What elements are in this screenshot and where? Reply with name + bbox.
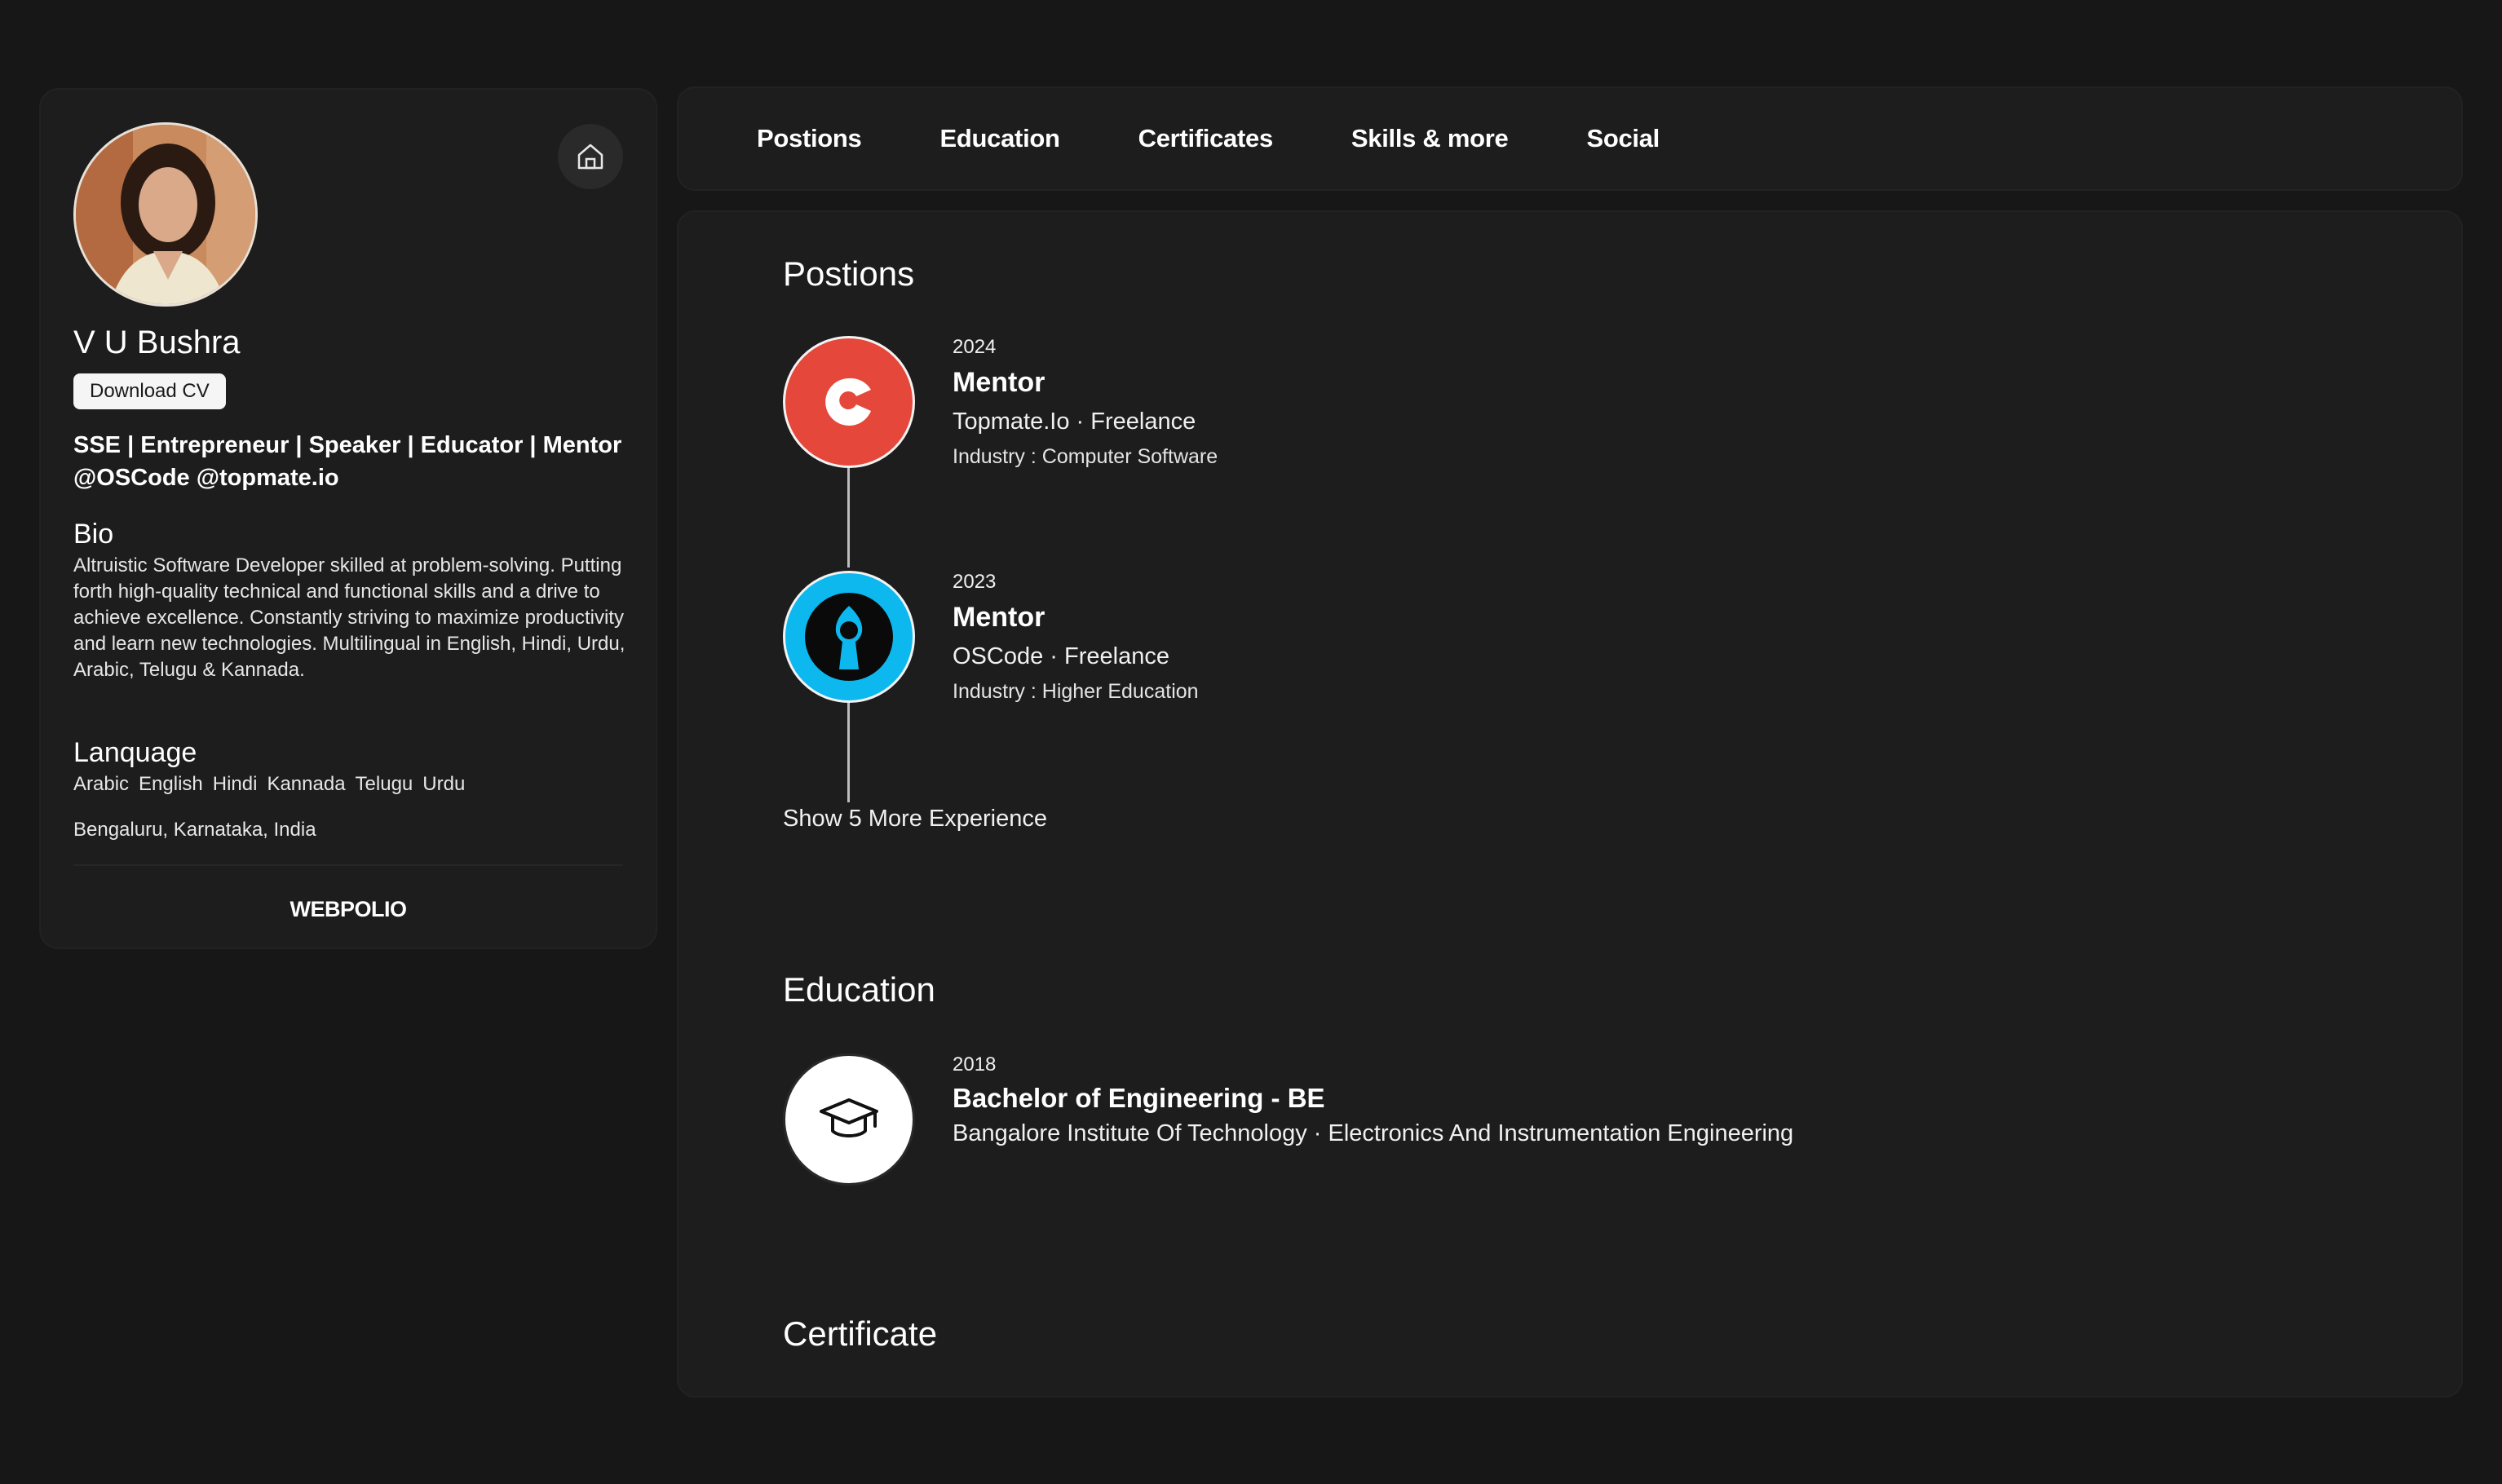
timeline-connector <box>847 463 850 568</box>
language-item: Hindi <box>212 773 258 795</box>
location: Bengaluru, Karnataka, India <box>73 819 316 841</box>
education-heading: Education <box>783 970 935 1009</box>
topmate-logo-icon <box>783 336 915 468</box>
tab-skills[interactable]: Skills & more <box>1351 124 1509 153</box>
download-cv-button[interactable]: Download CV <box>73 373 226 409</box>
section-tabs: Postions Education Certificates Skills &… <box>677 86 2463 191</box>
position-industry: Industry : Computer Software <box>953 445 1218 468</box>
position-company: Topmate.Io · Freelance <box>953 409 1196 435</box>
profile-card: V U Bushra Download CV SSE | Entrepreneu… <box>39 88 657 949</box>
education-year: 2018 <box>953 1053 997 1075</box>
position-title: Mentor <box>953 602 1045 633</box>
tab-social[interactable]: Social <box>1586 124 1660 153</box>
tab-certificates[interactable]: Certificates <box>1138 124 1274 153</box>
tab-education[interactable]: Education <box>940 124 1060 153</box>
position-industry: Industry : Higher Education <box>953 680 1199 703</box>
graduation-cap-icon <box>783 1053 915 1186</box>
profile-headline: SSE | Entrepreneur | Speaker | Educator … <box>73 432 622 491</box>
position-year: 2023 <box>953 571 997 593</box>
education-entry: 2018 Bachelor of Engineering - BE Bangal… <box>953 1053 1793 1147</box>
education-degree: Bachelor of Engineering - BE <box>953 1083 1325 1113</box>
profile-photo <box>76 125 255 304</box>
language-title: Lanquage <box>73 737 197 768</box>
profile-name: V U Bushra <box>73 325 241 360</box>
certificate-heading: Certificate <box>783 1314 938 1353</box>
home-icon <box>577 144 603 170</box>
brand-footer[interactable]: WEBPOLIO <box>41 897 656 922</box>
oscode-logo-icon <box>783 571 915 703</box>
language-item: Telugu <box>355 773 413 795</box>
bio-text: Altruistic Software Developer skilled at… <box>73 554 626 681</box>
position-entry: 2024 Mentor Topmate.Io · Freelance Indus… <box>953 336 1218 469</box>
language-item: Arabic <box>73 773 130 795</box>
bio-title: Bio <box>73 519 114 550</box>
position-entry: 2023 Mentor OSCode · Freelance Industry … <box>953 571 1199 704</box>
positions-heading: Postions <box>783 254 915 293</box>
language-item: Urdu <box>422 773 466 795</box>
divider <box>73 864 623 866</box>
home-button[interactable] <box>558 124 623 189</box>
language-list: Arabic English Hindi Kannada Telugu Urdu <box>73 773 465 796</box>
education-school: Bangalore Institute Of Technology · Elec… <box>953 1120 1794 1146</box>
show-more-experience-link[interactable]: Show 5 More Experience <box>783 806 1047 833</box>
avatar <box>73 122 258 307</box>
language-item: English <box>139 773 203 795</box>
main-content: Postions 2024 Mentor Topmate.Io · Freela… <box>677 210 2463 1398</box>
position-year: 2024 <box>953 336 997 358</box>
timeline-connector <box>847 698 850 802</box>
position-company: OSCode · Freelance <box>953 643 1169 669</box>
tab-positions[interactable]: Postions <box>757 124 862 153</box>
position-title: Mentor <box>953 367 1045 398</box>
language-item: Kannada <box>267 773 346 795</box>
